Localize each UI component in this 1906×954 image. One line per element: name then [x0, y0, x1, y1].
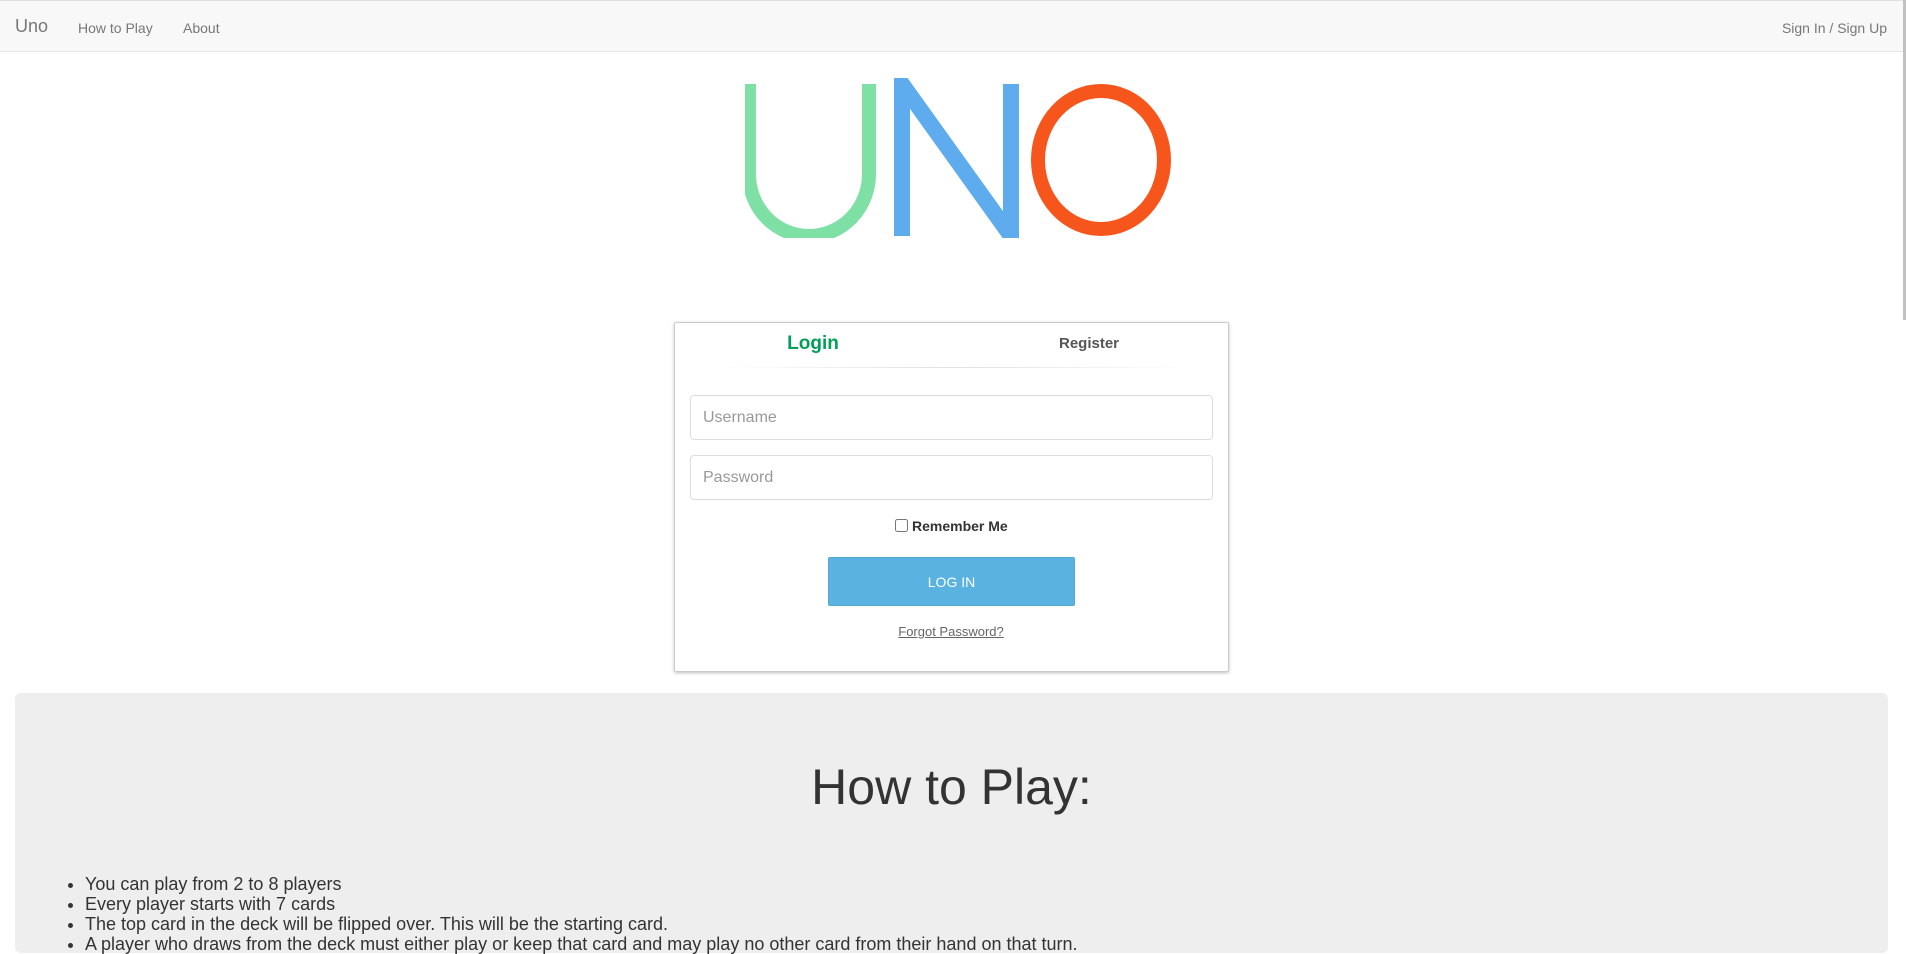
list-item: You can play from 2 to 8 players — [85, 874, 1078, 894]
login-button[interactable]: LOG IN — [828, 557, 1075, 606]
nav-sign-in-sign-up[interactable]: Sign In / Sign Up — [1782, 19, 1887, 37]
logo-letter-n — [894, 78, 1019, 238]
list-item: Every player starts with 7 cards — [85, 894, 1078, 914]
rules-list: You can play from 2 to 8 players Every p… — [45, 874, 1078, 954]
tab-register[interactable]: Register — [989, 334, 1189, 354]
logo-letter-u — [745, 84, 876, 238]
how-to-play-title: How to Play: — [811, 759, 1092, 815]
username-input[interactable] — [690, 395, 1213, 440]
top-navbar: Uno How to Play About Sign In / Sign Up — [0, 0, 1906, 52]
nav-how-to-play[interactable]: How to Play — [78, 19, 153, 37]
remember-me-label[interactable]: Remember Me — [912, 518, 1008, 534]
tab-login[interactable]: Login — [713, 334, 913, 354]
list-item: The top card in the deck will be flipped… — [85, 914, 1078, 934]
forgot-password-link[interactable]: Forgot Password? — [851, 624, 1051, 640]
tab-divider — [716, 367, 1190, 368]
remember-me-checkbox[interactable] — [895, 519, 908, 532]
nav-about[interactable]: About — [183, 19, 220, 37]
uno-logo — [745, 78, 1171, 238]
list-item: A player who draws from the deck must ei… — [85, 934, 1078, 954]
password-input[interactable] — [690, 455, 1213, 500]
brand-link[interactable]: Uno — [15, 16, 48, 36]
logo-letter-o — [1031, 84, 1171, 236]
